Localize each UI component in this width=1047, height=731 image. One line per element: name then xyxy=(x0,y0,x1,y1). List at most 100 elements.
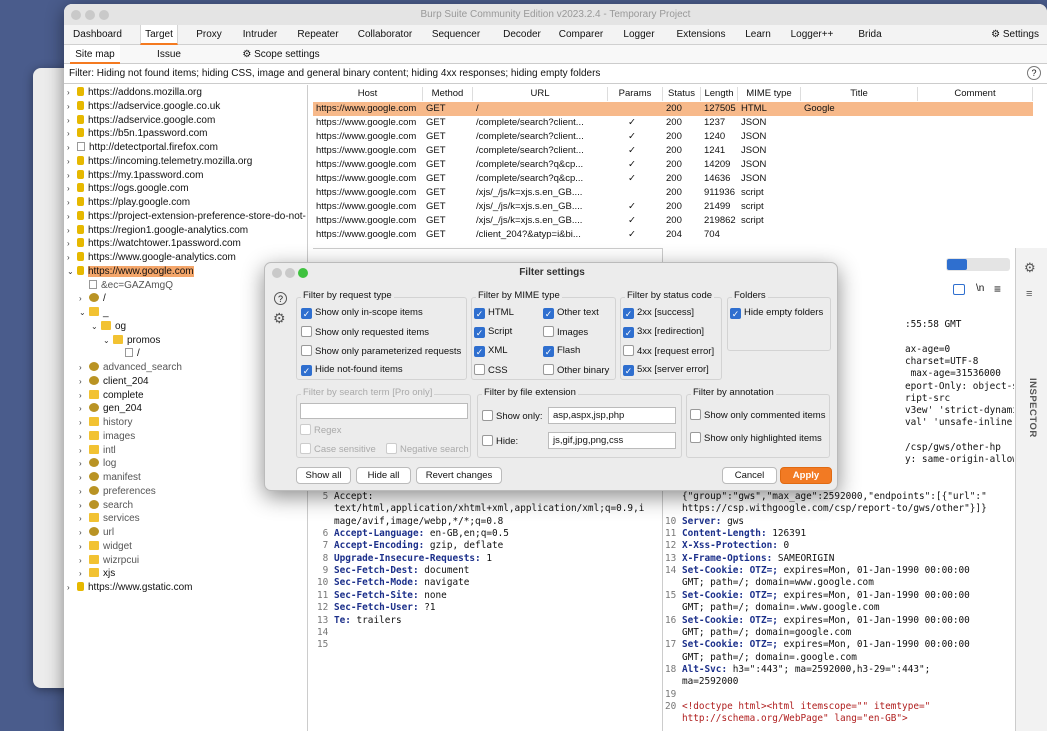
tree-host[interactable]: › https://project-extension-preference-st… xyxy=(67,210,306,223)
tree-node[interactable]: › xjs xyxy=(79,567,115,580)
tree-node[interactable]: › gen_204 xyxy=(79,402,142,415)
dialog-zoom-button[interactable] xyxy=(298,268,308,278)
tree-host[interactable]: › https://watchtower.1password.com xyxy=(67,237,241,250)
expand-arrow-icon[interactable]: › xyxy=(79,526,89,539)
table-row[interactable]: https://www.google.com GET/complete/searc… xyxy=(313,172,1033,186)
zoom-window-button[interactable] xyxy=(99,10,109,20)
regex-checkbox[interactable]: Regex xyxy=(300,424,341,437)
tree-host[interactable]: › https://region1.google-analytics.com xyxy=(67,224,248,237)
tab-decoder[interactable]: Decoder xyxy=(502,25,542,45)
table-row[interactable]: https://www.google.com GET/complete/searc… xyxy=(313,144,1033,158)
expand-arrow-icon[interactable]: ⌄ xyxy=(91,320,101,333)
negative-search-checkbox[interactable]: Negative search xyxy=(386,443,469,456)
tree-node[interactable]: › preferences xyxy=(79,485,156,498)
mime-checkbox[interactable]: Images xyxy=(543,326,588,339)
checkbox-box[interactable]: ✓ xyxy=(301,365,312,376)
checkbox-box[interactable]: ✓ xyxy=(623,308,634,319)
mime-checkbox[interactable]: ✓ Flash xyxy=(543,345,580,357)
expand-arrow-icon[interactable]: › xyxy=(79,567,89,580)
gear-icon[interactable]: ⚙ xyxy=(273,310,286,327)
tree-host[interactable]: › https://play.google.com xyxy=(67,196,190,209)
sitemap-filter-bar[interactable]: Filter: Hiding not found items; hiding C… xyxy=(64,64,1047,84)
show-only-extensions-input[interactable]: asp,aspx,jsp,php xyxy=(548,407,676,424)
tree-host[interactable]: › http://detectportal.firefox.com xyxy=(67,141,218,154)
expand-arrow-icon[interactable]: › xyxy=(67,237,77,250)
checkbox-box[interactable] xyxy=(543,326,554,337)
checkbox-box[interactable] xyxy=(690,409,701,420)
table-row[interactable]: https://www.google.com GET/complete/searc… xyxy=(313,158,1033,172)
folders-checkbox[interactable]: ✓ Hide empty folders xyxy=(730,307,823,319)
subtab-issue-definitions[interactable]: Issue definitions xyxy=(134,45,204,79)
expand-arrow-icon[interactable]: ⌄ xyxy=(103,334,113,347)
checkbox-box[interactable]: ✓ xyxy=(623,327,634,338)
mime-checkbox[interactable]: CSS xyxy=(474,364,508,377)
mime-checkbox[interactable]: ✓ HTML xyxy=(474,307,514,319)
column-header[interactable]: Length xyxy=(701,87,738,101)
tab-brida[interactable]: Brida xyxy=(851,25,889,45)
column-header[interactable]: Params xyxy=(608,87,663,101)
mime-checkbox[interactable]: Other binary xyxy=(543,364,609,377)
expand-arrow-icon[interactable]: › xyxy=(67,100,77,113)
column-header[interactable]: URL xyxy=(473,87,608,101)
expand-arrow-icon[interactable]: › xyxy=(79,457,89,470)
checkbox-box[interactable] xyxy=(543,364,554,375)
tree-host[interactable]: › https://ogs.google.com xyxy=(67,182,189,195)
expand-arrow-icon[interactable]: › xyxy=(79,512,89,525)
table-row[interactable]: https://www.google.com GET / 200 127505 HTML G… xyxy=(313,102,1033,116)
hide-extensions-input[interactable]: js,gif,jpg,png,css xyxy=(548,432,676,449)
tab-target[interactable]: Target xyxy=(140,25,178,45)
tab-proxy[interactable]: Proxy xyxy=(190,25,228,45)
minimize-window-button[interactable] xyxy=(85,10,95,20)
expand-arrow-icon[interactable]: › xyxy=(79,471,89,484)
tab-extensions[interactable]: Extensions xyxy=(672,25,730,45)
tree-host[interactable]: › https://incoming.telemetry.mozilla.org xyxy=(67,155,252,168)
expand-arrow-icon[interactable]: › xyxy=(67,210,77,223)
tree-node[interactable]: › log xyxy=(79,457,116,470)
expand-arrow-icon[interactable]: › xyxy=(67,155,77,168)
expand-arrow-icon[interactable]: › xyxy=(79,292,89,305)
expand-arrow-icon[interactable]: ⌄ xyxy=(67,265,77,278)
expand-arrow-icon[interactable]: › xyxy=(67,196,77,209)
tab-collaborator[interactable]: Collaborator xyxy=(354,25,416,45)
checkbox-box[interactable] xyxy=(623,345,634,356)
tab-comparer[interactable]: Comparer xyxy=(555,25,607,45)
tree-host[interactable]: ⌄ https://www.google.com xyxy=(67,265,194,278)
annotation-checkbox[interactable]: Show only commented items xyxy=(690,409,825,422)
expand-arrow-icon[interactable]: › xyxy=(67,182,77,195)
status-checkbox[interactable]: ✓ 3xx [redirection] xyxy=(623,326,704,338)
request-editor[interactable]: 5 Accept: text/html,application/xhtml+xm… xyxy=(313,486,663,731)
tree-node[interactable]: › images xyxy=(79,430,135,443)
checkbox-box[interactable]: ✓ xyxy=(543,346,554,357)
checkbox-box[interactable]: ✓ xyxy=(474,346,485,357)
apply-button[interactable]: Apply xyxy=(780,467,832,484)
expand-arrow-icon[interactable]: › xyxy=(67,127,77,140)
dialog-minimize-button[interactable] xyxy=(285,268,295,278)
tab-learn[interactable]: Learn xyxy=(742,25,774,45)
checkbox-box[interactable]: ✓ xyxy=(623,365,634,376)
table-row[interactable]: https://www.google.com GET/client_204?&at… xyxy=(313,228,1033,242)
request-type-checkbox[interactable]: ✓ Hide not-found items xyxy=(301,364,403,376)
checkbox-box[interactable]: ✓ xyxy=(730,308,741,319)
request-type-checkbox[interactable]: Show only requested items xyxy=(301,326,429,339)
column-header[interactable]: Status xyxy=(663,87,701,101)
tree-node[interactable]: ⌄ _ xyxy=(79,306,109,319)
checkbox-box[interactable] xyxy=(474,364,485,375)
tree-host[interactable]: › https://my.1password.com xyxy=(67,169,203,182)
column-header[interactable]: Title xyxy=(801,87,918,101)
inspector-panel[interactable]: ⚙ ≡ INSPECTOR xyxy=(1015,248,1047,731)
help-icon[interactable]: ? xyxy=(1027,66,1041,80)
request-type-checkbox[interactable]: Show only parameterized requests xyxy=(301,345,461,358)
tree-node[interactable]: › history xyxy=(79,416,132,429)
tree-node[interactable]: › advanced_search xyxy=(79,361,182,374)
tree-host[interactable]: › https://www.google-analytics.com xyxy=(67,251,236,264)
table-row[interactable]: https://www.google.com GET/xjs/_/js/k=xjs… xyxy=(313,214,1033,228)
tab-logger[interactable]: Logger++ xyxy=(787,25,837,45)
column-header[interactable]: Comment xyxy=(918,87,1033,101)
tree-node[interactable]: › manifest xyxy=(79,471,141,484)
pretty-print-icon[interactable] xyxy=(953,284,965,295)
help-icon[interactable]: ? xyxy=(274,292,287,305)
expand-arrow-icon[interactable]: › xyxy=(67,141,77,154)
expand-arrow-icon[interactable]: › xyxy=(79,416,89,429)
checkbox-box[interactable]: ✓ xyxy=(543,308,554,319)
revert-changes-button[interactable]: Revert changes xyxy=(416,467,502,484)
